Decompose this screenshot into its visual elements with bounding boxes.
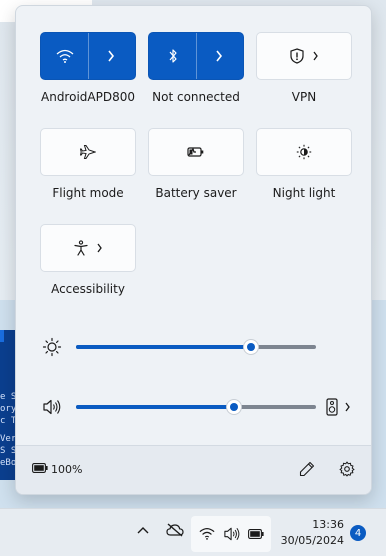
bluetooth-tile[interactable] bbox=[148, 32, 244, 80]
volume-icon bbox=[223, 526, 241, 542]
taskbar: 13:36 30/05/2024 4 bbox=[0, 508, 386, 556]
flight-mode-label: Flight mode bbox=[52, 186, 124, 200]
accessibility-label: Accessibility bbox=[51, 282, 125, 296]
quick-settings-footer: 100% bbox=[16, 445, 371, 494]
flight-mode-tile[interactable] bbox=[40, 128, 136, 176]
night-light-label: Night light bbox=[272, 186, 336, 200]
chevron-right-icon bbox=[96, 243, 103, 253]
bluetooth-expand-button[interactable] bbox=[195, 33, 243, 79]
brightness-icon bbox=[42, 337, 62, 357]
cloud-offline-icon[interactable] bbox=[166, 523, 184, 537]
wifi-label: AndroidAPD800 bbox=[41, 90, 135, 104]
notification-badge[interactable]: 4 bbox=[350, 525, 366, 541]
brightness-thumb[interactable] bbox=[243, 339, 260, 355]
airplane-icon bbox=[80, 145, 96, 159]
battery-saver-tile[interactable] bbox=[148, 128, 244, 176]
battery-icon[interactable] bbox=[32, 463, 48, 473]
volume-slider-row bbox=[16, 395, 371, 419]
chevron-up-icon[interactable] bbox=[137, 526, 149, 534]
clock-time[interactable]: 13:36 bbox=[284, 518, 344, 531]
wifi-toggle[interactable] bbox=[41, 33, 89, 79]
vpn-tile[interactable] bbox=[256, 32, 352, 80]
chevron-right-icon bbox=[107, 50, 115, 62]
clock-date[interactable]: 30/05/2024 bbox=[264, 534, 344, 547]
bluetooth-label: Not connected bbox=[152, 90, 240, 104]
chevron-right-icon bbox=[215, 50, 223, 62]
chevron-right-icon bbox=[312, 51, 319, 61]
pencil-icon[interactable] bbox=[299, 461, 315, 477]
battery-saver-icon bbox=[187, 146, 205, 158]
audio-output-button[interactable] bbox=[326, 398, 351, 416]
night-light-tile[interactable] bbox=[256, 128, 352, 176]
speaker-icon[interactable] bbox=[42, 398, 62, 416]
bluetooth-toggle[interactable] bbox=[149, 33, 197, 79]
night-light-icon bbox=[296, 144, 312, 160]
background-accent bbox=[0, 330, 4, 342]
brightness-fill bbox=[76, 345, 252, 349]
bluetooth-icon bbox=[168, 48, 178, 64]
accessibility-icon bbox=[73, 240, 88, 256]
battery-saver-label: Battery saver bbox=[155, 186, 237, 200]
wifi-icon bbox=[56, 49, 74, 63]
battery-percentage: 100% bbox=[51, 463, 83, 476]
gear-icon[interactable] bbox=[339, 461, 355, 477]
wifi-tile[interactable] bbox=[40, 32, 136, 80]
shield-icon bbox=[289, 48, 304, 64]
vpn-label: VPN bbox=[291, 90, 317, 104]
volume-thumb[interactable] bbox=[226, 399, 243, 415]
brightness-slider-row bbox=[16, 335, 371, 359]
system-tray-quick-settings-button[interactable] bbox=[191, 516, 271, 552]
chevron-right-icon bbox=[344, 402, 351, 412]
wifi-icon bbox=[199, 527, 215, 540]
volume-fill bbox=[76, 405, 235, 409]
accessibility-tile[interactable] bbox=[40, 224, 136, 272]
audio-output-icon bbox=[326, 398, 338, 416]
battery-icon bbox=[248, 529, 264, 539]
wifi-expand-button[interactable] bbox=[87, 33, 135, 79]
quick-settings-panel: AndroidAPD800 Not connected VPN Flight m… bbox=[15, 5, 372, 495]
